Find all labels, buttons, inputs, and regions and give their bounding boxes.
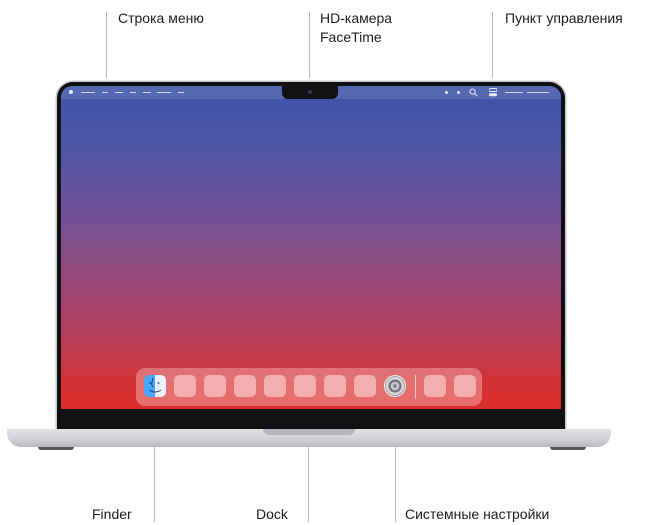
- dock-app-1[interactable]: [174, 375, 196, 397]
- system-settings-label: Системные настройки: [405, 506, 550, 522]
- dock-app-5[interactable]: [294, 375, 316, 397]
- dock-app-6[interactable]: [324, 375, 346, 397]
- menu-item-5[interactable]: [157, 92, 171, 93]
- menu-clock[interactable]: [505, 92, 523, 93]
- finder-icon[interactable]: [144, 375, 166, 397]
- menu-bar-label: Строка меню: [118, 10, 204, 26]
- apple-menu-icon[interactable]: [69, 90, 73, 94]
- camera-label-line2: FaceTime: [320, 29, 382, 45]
- status-icon-1[interactable]: [445, 91, 448, 94]
- dock-app-4[interactable]: [264, 375, 286, 397]
- camera-label: HD-камера FaceTime: [320, 9, 392, 47]
- dock-app-7[interactable]: [354, 375, 376, 397]
- right-foot: [550, 447, 586, 450]
- laptop-screen: [61, 86, 561, 409]
- camera-label-line1: HD-камера: [320, 10, 393, 26]
- camera-icon: [308, 90, 312, 94]
- menu-item-1[interactable]: [102, 92, 108, 93]
- dock: [136, 368, 482, 406]
- menu-item-app[interactable]: [81, 92, 95, 93]
- control-center-leader: [492, 12, 493, 78]
- gear-icon[interactable]: [384, 375, 406, 397]
- finder-label: Finder: [92, 506, 132, 522]
- dock-label: Dock: [256, 506, 288, 522]
- search-icon[interactable]: [469, 88, 478, 97]
- left-foot: [38, 447, 74, 450]
- opening-notch: [263, 429, 355, 435]
- dock-app-3[interactable]: [234, 375, 256, 397]
- menu-item-2[interactable]: [115, 92, 123, 93]
- dock-app-2[interactable]: [204, 375, 226, 397]
- control-center-icon[interactable]: [489, 88, 497, 97]
- dock-separator: [415, 375, 416, 399]
- menu-item-6[interactable]: [178, 92, 184, 93]
- dock-app-8[interactable]: [424, 375, 446, 397]
- control-center-label: Пункт управления: [505, 10, 623, 26]
- camera-leader: [309, 12, 310, 78]
- menu-item-4[interactable]: [143, 92, 151, 93]
- menu-date[interactable]: [527, 92, 549, 93]
- menu-item-3[interactable]: [130, 92, 136, 93]
- menu-bar-leader: [106, 12, 107, 78]
- dock-app-9[interactable]: [454, 375, 476, 397]
- status-icon-2[interactable]: [457, 91, 460, 94]
